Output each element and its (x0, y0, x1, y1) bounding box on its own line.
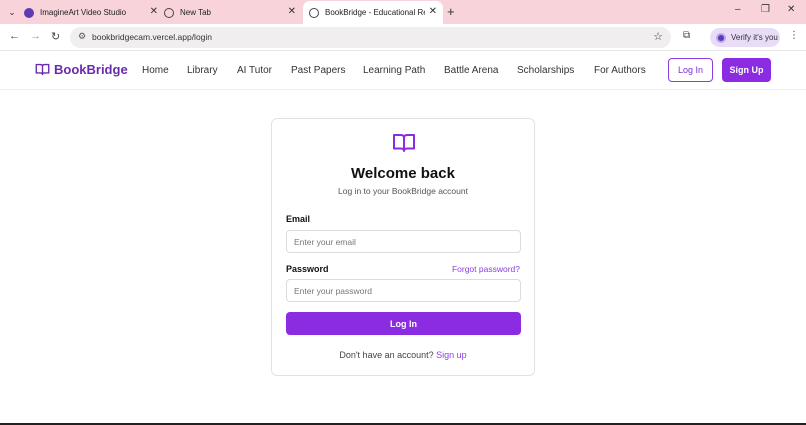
nav-ai-tutor[interactable]: AI Tutor (237, 65, 272, 76)
close-tab-icon[interactable]: ✕ (429, 6, 437, 17)
back-arrow-icon[interactable]: ← (9, 30, 20, 42)
signup-prompt: Don't have an account? Sign up (272, 350, 534, 360)
tab-bookbridge[interactable]: BookBridge - Educational Reso ✕ (303, 1, 443, 24)
login-title: Welcome back (351, 165, 455, 182)
open-book-icon (393, 134, 415, 152)
close-tab-icon[interactable]: ✕ (150, 6, 158, 17)
browser-toolbar: ← → ↻ ⚙ bookbridgecam.vercel.app/login ☆… (0, 24, 806, 51)
password-field[interactable]: Enter your password (286, 279, 521, 302)
site-settings-icon[interactable]: ⚙ (78, 31, 86, 42)
tab-label: ImagineArt Video Studio (40, 8, 127, 17)
url-text[interactable]: bookbridgecam.vercel.app/login (92, 32, 212, 42)
login-card: Welcome back Log in to your BookBridge a… (271, 118, 535, 376)
profile-avatar-icon (716, 32, 726, 43)
tab-new-tab[interactable]: New Tab ✕ (164, 1, 302, 24)
new-tab-button[interactable]: + (447, 4, 455, 19)
nav-for-authors[interactable]: For Authors (594, 65, 646, 76)
forgot-password-link[interactable]: Forgot password? (452, 264, 520, 274)
header-signup-button[interactable]: Sign Up (722, 58, 771, 82)
no-account-text: Don't have an account? (339, 350, 434, 360)
nav-battle-arena[interactable]: Battle Arena (444, 65, 498, 76)
nav-home[interactable]: Home (142, 65, 169, 76)
close-window-button[interactable]: ✕ (787, 4, 795, 15)
site-header: BookBridge Home Library AI Tutor Past Pa… (0, 51, 806, 90)
nav-library[interactable]: Library (187, 65, 218, 76)
tab-search-button[interactable]: ⌄ (4, 4, 20, 20)
browser-menu-icon[interactable]: ⋮ (789, 30, 799, 41)
nav-learning-path[interactable]: Learning Path (363, 65, 425, 76)
extensions-icon[interactable]: ⧉ (683, 30, 690, 41)
login-subtitle: Log in to your BookBridge account (338, 186, 468, 196)
close-tab-icon[interactable]: ✕ (288, 6, 296, 17)
tab-label: New Tab (180, 8, 211, 17)
password-label: Password (286, 264, 329, 274)
address-bar[interactable]: ⚙ bookbridgecam.vercel.app/login ☆ (70, 27, 671, 48)
nav-scholarships[interactable]: Scholarships (517, 65, 574, 76)
verify-identity-button[interactable]: Verify it's you (710, 28, 780, 47)
brand-logo[interactable]: BookBridge (35, 62, 128, 77)
globe-icon (309, 7, 319, 18)
imagineart-favicon-icon (24, 7, 34, 18)
open-book-icon (35, 63, 50, 76)
globe-icon (164, 7, 174, 18)
brand-name: BookBridge (54, 62, 128, 77)
restore-button[interactable]: ❐ (761, 4, 770, 15)
login-submit-button[interactable]: Log In (286, 312, 521, 335)
signup-link[interactable]: Sign up (436, 350, 467, 360)
nav-past-papers[interactable]: Past Papers (291, 65, 345, 76)
bookmark-star-icon[interactable]: ☆ (653, 30, 663, 43)
verify-label: Verify it's you (731, 33, 778, 42)
tab-label: BookBridge - Educational Reso (325, 8, 425, 17)
tab-imagineart[interactable]: ImagineArt Video Studio ✕ (24, 1, 164, 24)
email-label: Email (286, 214, 311, 224)
email-field[interactable]: Enter your email (286, 230, 521, 253)
forward-arrow-icon[interactable]: → (30, 30, 41, 42)
header-login-button[interactable]: Log In (668, 58, 713, 82)
reload-icon[interactable]: ↻ (51, 30, 60, 43)
browser-tab-strip: ⌄ ImagineArt Video Studio ✕ New Tab ✕ Bo… (0, 0, 806, 24)
minimize-button[interactable]: – (735, 4, 741, 15)
